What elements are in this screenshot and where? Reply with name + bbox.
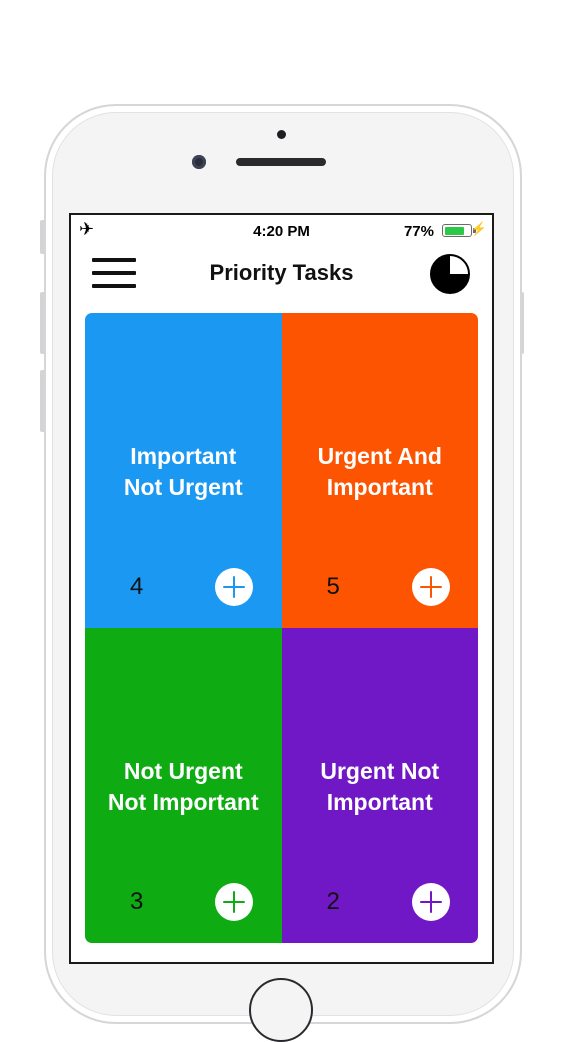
task-count: 3 bbox=[130, 888, 144, 915]
app-screen: ✈ 4:20 PM 77% ⚡ Priority Tasks Important… bbox=[69, 213, 494, 964]
status-bar: ✈ 4:20 PM 77% ⚡ bbox=[71, 215, 492, 247]
priority-matrix: Important Not Urgent 4 Urgent And Import… bbox=[85, 313, 478, 943]
add-task-button[interactable] bbox=[411, 883, 450, 921]
plus-icon bbox=[223, 891, 245, 913]
home-button[interactable] bbox=[249, 978, 313, 1042]
quadrant-label: Urgent Not Important bbox=[320, 758, 440, 815]
plus-icon bbox=[223, 576, 245, 598]
quadrant-not-urgent-not-important[interactable]: Not Urgent Not Important 3 bbox=[85, 628, 282, 943]
task-count: 5 bbox=[326, 573, 340, 600]
quadrant-label: Urgent And Important bbox=[317, 443, 442, 500]
plus-icon bbox=[419, 576, 442, 598]
add-task-button[interactable] bbox=[215, 883, 253, 921]
plus-icon bbox=[419, 891, 442, 913]
battery-level bbox=[444, 226, 464, 235]
quadrant-urgent-not-important[interactable]: Urgent Not Important 2 bbox=[281, 628, 478, 943]
add-task-button[interactable] bbox=[215, 568, 253, 606]
bolt-icon: ⚡ bbox=[470, 221, 487, 236]
proximity-sensor bbox=[277, 130, 286, 139]
quadrant-label: Not Urgent Not Important bbox=[107, 758, 259, 815]
battery-icon bbox=[442, 224, 472, 237]
pie-chart-icon[interactable] bbox=[429, 253, 471, 295]
add-task-button[interactable] bbox=[411, 568, 450, 606]
quadrant-important-not-urgent[interactable]: Important Not Urgent 4 bbox=[85, 313, 282, 628]
earpiece-speaker bbox=[236, 158, 326, 166]
battery-percentage: 77% bbox=[403, 223, 434, 240]
quadrant-label: Important Not Urgent bbox=[123, 443, 243, 500]
navigation-bar: Priority Tasks bbox=[71, 249, 492, 301]
task-count: 4 bbox=[130, 573, 144, 600]
front-camera bbox=[192, 155, 206, 169]
quadrant-urgent-and-important[interactable]: Urgent And Important 5 bbox=[281, 313, 478, 628]
task-count: 2 bbox=[326, 888, 340, 915]
